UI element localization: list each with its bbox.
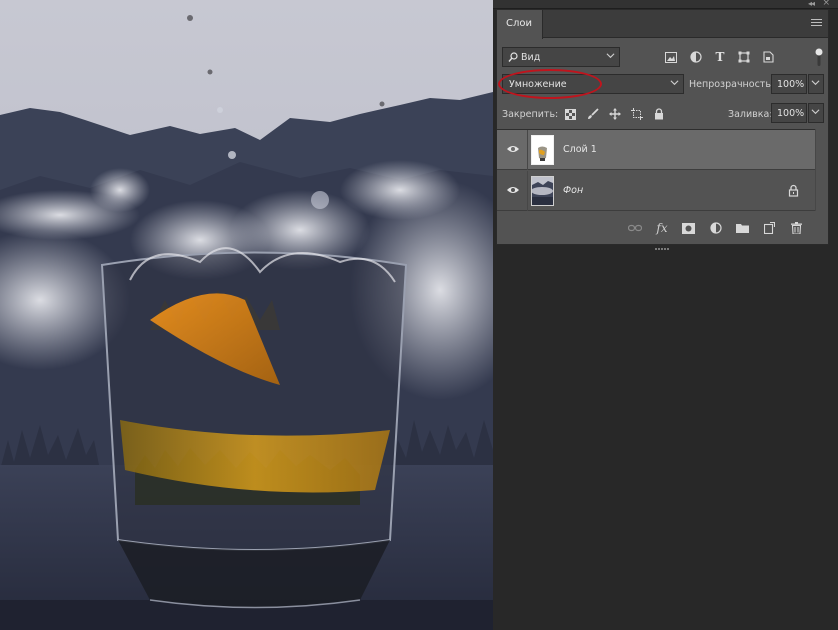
chevron-down-icon	[811, 109, 820, 115]
lock-label: Закрепить:	[502, 109, 559, 120]
lock-transparent-pixels-icon[interactable]	[563, 107, 577, 121]
lock-position-icon[interactable]	[608, 107, 622, 121]
layer-row-layer-1[interactable]: Слой 1	[497, 130, 815, 170]
chevron-down-icon	[606, 53, 615, 59]
search-icon	[508, 52, 518, 62]
layer-thumbnail[interactable]	[531, 176, 554, 206]
shape-layer-filter-icon[interactable]	[736, 49, 752, 65]
layer-thumbnail[interactable]	[531, 135, 554, 165]
dock-top-strip: ◂◂ ×	[493, 0, 838, 9]
opacity-slider-button[interactable]	[808, 74, 824, 94]
visibility-separator	[527, 171, 528, 211]
smart-object-filter-icon[interactable]	[760, 49, 776, 65]
eye-icon[interactable]	[506, 144, 520, 154]
adjustment-layer-filter-icon[interactable]	[688, 49, 704, 65]
layer-filter-dropdown[interactable]: Вид	[502, 47, 620, 67]
link-layers-icon[interactable]	[627, 220, 643, 236]
panel-tab-row: Слои	[497, 10, 828, 39]
blend-mode-dropdown[interactable]: Умножение	[502, 74, 684, 94]
layers-panel: Слои Вид T Умножение Непрозрачность: 100…	[496, 9, 829, 250]
panel-menu-icon[interactable]	[811, 19, 822, 28]
opacity-input[interactable]: 100%	[771, 74, 807, 94]
close-panel-icon[interactable]: ×	[822, 0, 830, 8]
add-mask-icon[interactable]	[680, 220, 696, 236]
eye-icon[interactable]	[506, 185, 520, 195]
lock-icon	[788, 184, 799, 197]
panel-dock: ◂◂ × Слои Вид T Умножение Непрозрачность…	[493, 0, 838, 630]
layer-name: Фон	[563, 185, 584, 196]
lock-image-pixels-icon[interactable]	[586, 107, 600, 121]
filter-toggle-switch[interactable]	[815, 47, 823, 67]
new-layer-icon[interactable]	[761, 220, 777, 236]
fill-input[interactable]: 100%	[771, 103, 807, 123]
new-adjustment-layer-icon[interactable]	[708, 220, 724, 236]
canvas-image	[0, 0, 493, 630]
panel-resize-grip[interactable]	[655, 242, 671, 250]
lock-all-icon[interactable]	[652, 107, 666, 121]
opacity-value: 100%	[777, 79, 805, 90]
prevent-autonest-icon[interactable]	[630, 107, 644, 121]
visibility-separator	[527, 130, 528, 170]
type-layer-filter-icon[interactable]: T	[712, 49, 728, 65]
opacity-label: Непрозрачность:	[689, 79, 775, 90]
layer-name: Слой 1	[563, 144, 597, 155]
blend-mode-value: Умножение	[509, 79, 567, 90]
chevron-down-icon	[811, 80, 820, 86]
collapse-panels-icon[interactable]: ◂◂	[808, 0, 815, 8]
document-canvas[interactable]	[0, 0, 493, 630]
layer-style-fx-icon[interactable]: fx	[654, 220, 670, 236]
delete-layer-icon[interactable]	[788, 220, 804, 236]
pixel-layer-filter-icon[interactable]	[663, 49, 679, 65]
fill-label: Заливка:	[728, 109, 773, 120]
layer-list-scroll-area[interactable]	[815, 129, 828, 211]
layer-row-background[interactable]: Фон	[497, 171, 815, 211]
new-group-icon[interactable]	[734, 220, 750, 236]
layers-footer-bar: fx	[497, 212, 828, 242]
layer-filter-label: Вид	[521, 52, 541, 63]
layer-list: Слой 1 Фон	[497, 129, 815, 211]
fill-value: 100%	[777, 108, 805, 119]
tab-layers[interactable]: Слои	[497, 10, 543, 39]
chevron-down-icon	[670, 80, 679, 86]
fill-slider-button[interactable]	[808, 103, 824, 123]
